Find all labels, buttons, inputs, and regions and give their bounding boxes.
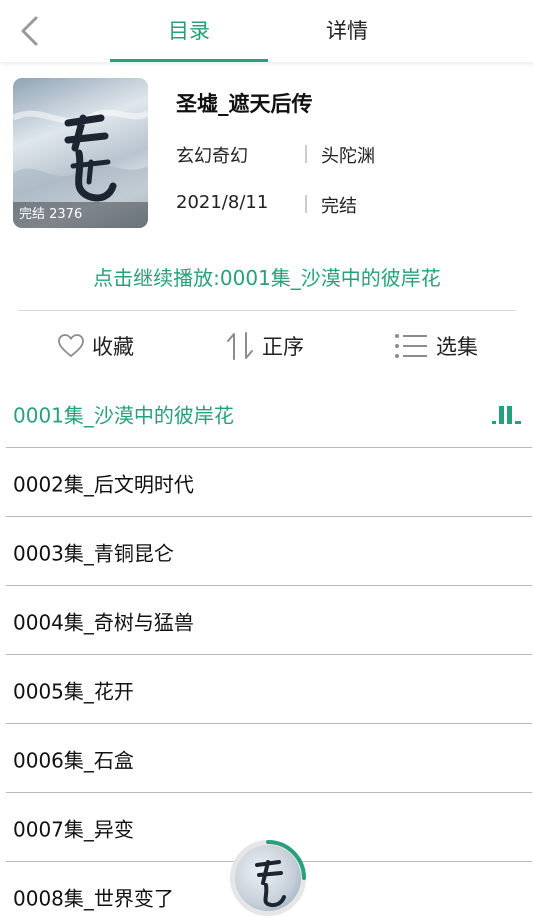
list-icon [395,334,427,358]
select-episode-label: 选集 [436,335,478,359]
cover-artwork [255,860,286,908]
mini-player-cover [235,845,301,911]
episode-item[interactable]: 0004集_奇树与猛兽 [0,586,534,655]
episode-item[interactable]: 0002集_后文明时代 [0,448,534,517]
back-button[interactable] [14,14,48,48]
mini-player[interactable] [230,840,306,916]
episode-title: 0005集_花开 [13,679,134,703]
meta-divider [305,145,307,163]
tab-catalog[interactable]: 目录 [110,0,268,62]
book-cover: 完结 2376 [13,78,148,228]
top-bar: 目录 详情 [0,0,534,62]
episode-item[interactable]: 0001集_沙漠中的彼岸花 [0,379,534,448]
favorite-button[interactable]: 收藏 [58,330,134,362]
sort-order-label: 正序 [262,335,304,359]
meta-divider [305,195,307,213]
episode-title: 0006集_石盒 [13,748,134,772]
episode-item[interactable]: 0003集_青铜昆仑 [0,517,534,586]
select-episode-button[interactable]: 选集 [394,330,478,362]
favorite-label: 收藏 [92,335,134,359]
continue-play-link[interactable]: 点击继续播放:0001集_沙漠中的彼岸花 [0,262,534,291]
heart-icon [58,334,84,358]
episode-title: 0003集_青铜昆仑 [13,541,174,565]
now-playing-icon [492,405,521,424]
episode-title: 0002集_后文明时代 [13,472,194,496]
book-genre: 玄幻奇幻 [176,146,248,167]
episode-title: 0004集_奇树与猛兽 [13,610,194,634]
episode-title: 0008集_世界变了 [13,886,174,910]
episode-title: 0001集_沙漠中的彼岸花 [13,403,234,427]
tab-details[interactable]: 详情 [268,0,426,62]
book-author: 头陀渊 [321,146,375,167]
book-status: 完结 [321,196,357,217]
episode-item[interactable]: 0005集_花开 [0,655,534,724]
episode-title: 0007集_异变 [13,817,134,841]
sort-order-button[interactable]: 正序 [226,330,304,362]
book-title: 圣墟_遮天后传 [176,92,313,116]
active-tab-indicator [110,59,268,62]
cover-status-badge: 完结 2376 [13,202,148,228]
divider [18,310,516,311]
sort-arrows-icon [227,332,253,360]
chevron-left-icon [21,16,38,46]
book-date: 2021/8/11 [176,192,269,213]
episode-item[interactable]: 0006集_石盒 [0,724,534,793]
